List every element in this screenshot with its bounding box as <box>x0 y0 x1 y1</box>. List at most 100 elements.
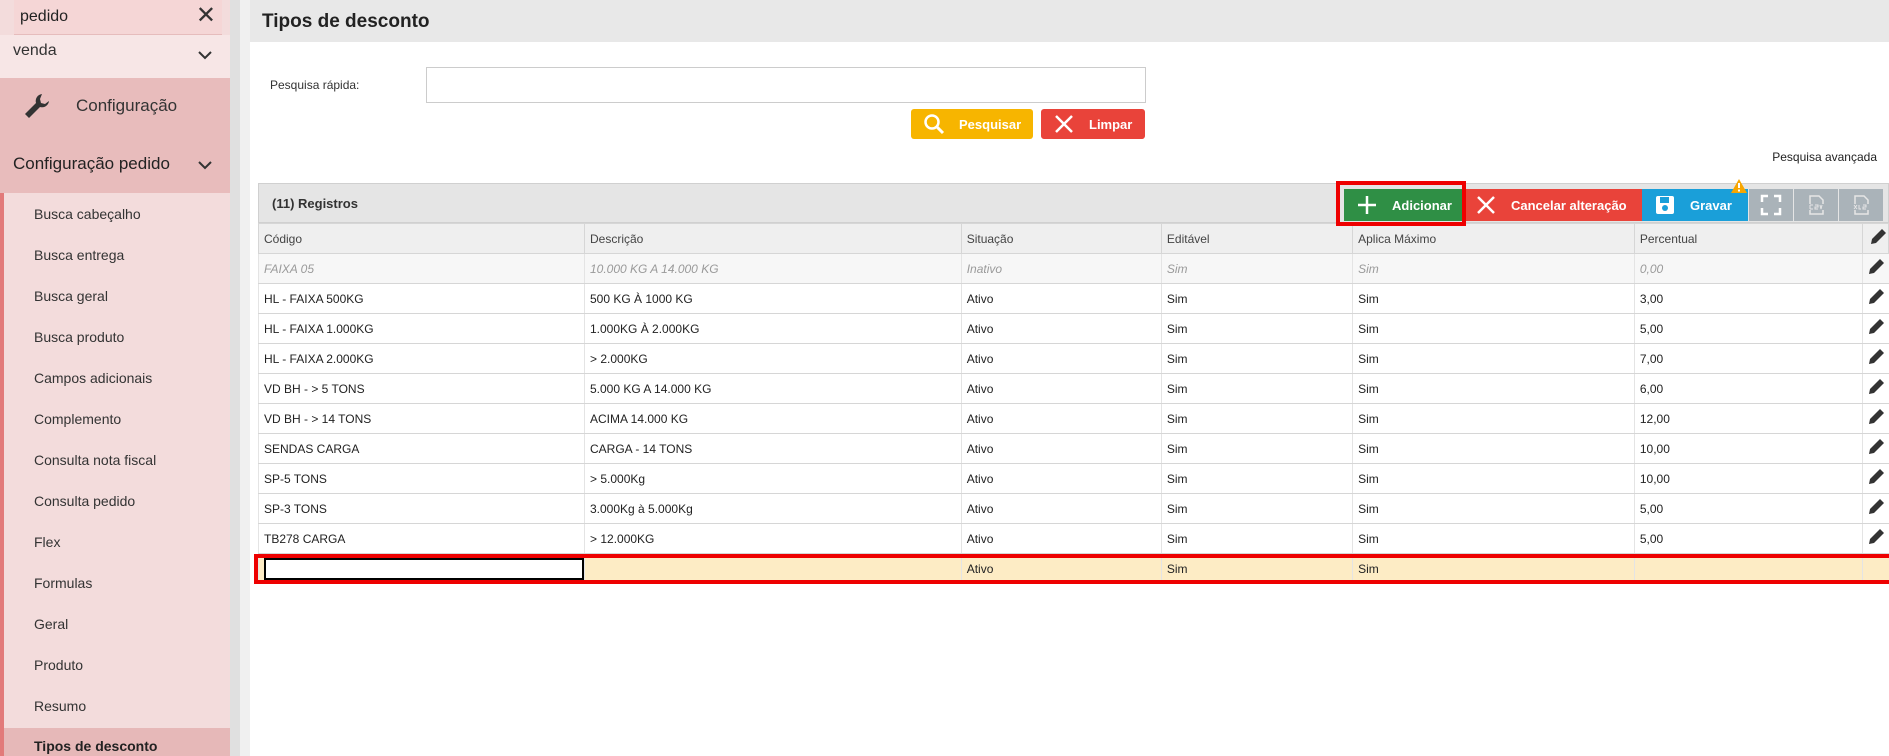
table-cell[interactable]: Sim <box>1352 403 1635 434</box>
menu-item-configuracao-pedido[interactable]: Configuração pedido <box>0 133 230 193</box>
column-header-aplica-maximo[interactable]: Aplica Máximo <box>1352 223 1635 254</box>
submenu-item[interactable]: Resumo <box>34 698 86 714</box>
menu-item-venda[interactable]: venda <box>0 35 230 78</box>
table-cell[interactable] <box>258 553 585 584</box>
table-cell[interactable]: Sim <box>1160 283 1353 314</box>
quick-search-input[interactable] <box>426 67 1146 103</box>
submenu-item[interactable]: Geral <box>34 616 68 632</box>
edit-row-button[interactable] <box>1861 523 1889 554</box>
table-row[interactable]: VD BH - > 5 TONS 5.000 KG A 14.000 KG Ativ… <box>258 373 1889 404</box>
edit-row-button[interactable] <box>1861 403 1889 434</box>
submenu-item[interactable]: Busca entrega <box>34 247 124 263</box>
table-row[interactable]: SP-5 TONS > 5.000Kg Ativo Sim Sim 10,00 <box>258 463 1889 494</box>
edit-row-button[interactable] <box>1861 463 1889 494</box>
table-cell[interactable]: 10,00 <box>1633 433 1863 464</box>
table-cell[interactable]: 3.000Kg à 5.000Kg <box>584 493 962 524</box>
table-cell[interactable]: Ativo <box>960 343 1162 374</box>
table-row[interactable]: VD BH - > 14 TONS ACIMA 14.000 KG Ativo Sim… <box>258 403 1889 434</box>
table-cell[interactable]: Sim <box>1352 313 1635 344</box>
table-cell[interactable]: 5,00 <box>1633 313 1863 344</box>
table-cell[interactable]: Sim <box>1352 373 1635 404</box>
table-cell[interactable]: SP-5 TONS <box>258 463 585 494</box>
table-cell[interactable]: Sim <box>1160 523 1353 554</box>
fullscreen-button[interactable] <box>1749 189 1793 221</box>
table-cell[interactable]: Ativo <box>960 553 1162 584</box>
edit-row-button[interactable] <box>1861 433 1889 464</box>
table-cell[interactable]: > 5.000Kg <box>584 463 962 494</box>
new-row[interactable]: Ativo Sim Sim <box>258 553 1889 584</box>
table-cell[interactable]: 10.000 KG A 14.000 KG <box>584 253 962 284</box>
column-header-percentual[interactable]: Percentual <box>1633 223 1863 254</box>
edit-row-button[interactable] <box>1861 343 1889 374</box>
clear-button[interactable]: Limpar <box>1041 109 1145 139</box>
table-cell[interactable]: VD BH - > 14 TONS <box>258 403 585 434</box>
edit-row-button[interactable] <box>1861 373 1889 404</box>
submenu-item-active[interactable]: Tipos de desconto <box>34 738 157 754</box>
submenu-item[interactable]: Busca geral <box>34 288 108 304</box>
table-cell[interactable]: Sim <box>1160 493 1353 524</box>
table-cell[interactable]: Ativo <box>960 283 1162 314</box>
table-row[interactable]: SENDAS CARGA CARGA - 14 TONS Ativo Sim Sim 10… <box>258 433 1889 464</box>
table-cell[interactable]: 10,00 <box>1633 463 1863 494</box>
edit-row-button[interactable] <box>1861 313 1889 344</box>
table-cell[interactable]: HL - FAIXA 1.000KG <box>258 313 585 344</box>
edit-row-button[interactable] <box>1861 253 1889 284</box>
table-cell[interactable]: Ativo <box>960 373 1162 404</box>
table-cell[interactable]: Sim <box>1352 493 1635 524</box>
column-header-situacao[interactable]: Situação <box>960 223 1162 254</box>
menu-search-field[interactable]: pedido ✕ <box>14 0 222 35</box>
table-cell[interactable]: HL - FAIXA 2.000KG <box>258 343 585 374</box>
table-cell[interactable]: Sim <box>1160 253 1353 284</box>
table-row[interactable]: HL - FAIXA 500KG 500 KG À 1000 KG Ativo Sim… <box>258 283 1889 314</box>
table-cell[interactable]: 5,00 <box>1633 493 1863 524</box>
cancel-change-button[interactable]: Cancelar alteração <box>1463 189 1643 221</box>
submenu-item[interactable]: Produto <box>34 657 83 673</box>
table-cell[interactable]: Sim <box>1160 313 1353 344</box>
table-cell[interactable]: 12,00 <box>1633 403 1863 434</box>
table-cell[interactable]: Sim <box>1160 433 1353 464</box>
submenu-item[interactable]: Busca produto <box>34 329 124 345</box>
table-cell[interactable]: TB278 CARGA <box>258 523 585 554</box>
table-cell[interactable]: Sim <box>1352 553 1635 584</box>
table-cell[interactable]: Sim <box>1352 433 1635 464</box>
table-cell[interactable]: 1.000KG À 2.000KG <box>584 313 962 344</box>
table-cell[interactable]: Sim <box>1352 463 1635 494</box>
table-cell[interactable]: 0,00 <box>1633 253 1863 284</box>
export-csv-button[interactable] <box>1794 189 1838 221</box>
table-cell[interactable]: Sim <box>1352 523 1635 554</box>
submenu-item[interactable]: Formulas <box>34 575 92 591</box>
table-cell[interactable]: Ativo <box>960 403 1162 434</box>
table-cell[interactable]: Ativo <box>960 313 1162 344</box>
table-cell[interactable]: Sim <box>1352 343 1635 374</box>
table-cell[interactable] <box>584 553 962 584</box>
table-cell[interactable]: Sim <box>1160 343 1353 374</box>
table-cell[interactable]: 5.000 KG A 14.000 KG <box>584 373 962 404</box>
table-cell[interactable] <box>1633 553 1863 584</box>
column-header-codigo[interactable]: Código <box>258 223 585 254</box>
table-cell[interactable]: CARGA - 14 TONS <box>584 433 962 464</box>
table-cell[interactable]: Sim <box>1160 403 1353 434</box>
table-cell[interactable]: 500 KG À 1000 KG <box>584 283 962 314</box>
table-cell[interactable]: > 2.000KG <box>584 343 962 374</box>
table-cell[interactable]: VD BH - > 5 TONS <box>258 373 585 404</box>
table-cell[interactable]: Ativo <box>960 493 1162 524</box>
submenu-item[interactable]: Consulta pedido <box>34 493 135 509</box>
table-cell[interactable]: Ativo <box>960 523 1162 554</box>
table-cell[interactable]: Ativo <box>960 463 1162 494</box>
table-cell[interactable]: 3,00 <box>1633 283 1863 314</box>
table-cell[interactable]: Sim <box>1160 553 1353 584</box>
table-row[interactable]: TB278 CARGA > 12.000KG Ativo Sim Sim 5,00 <box>258 523 1889 554</box>
table-cell[interactable]: 6,00 <box>1633 373 1863 404</box>
edit-row-button[interactable] <box>1861 283 1889 314</box>
export-xls-button[interactable] <box>1839 189 1883 221</box>
table-row[interactable]: SP-3 TONS 3.000Kg à 5.000Kg Ativo Sim Sim 5,0… <box>258 493 1889 524</box>
submenu-item[interactable]: Consulta nota fiscal <box>34 452 156 468</box>
table-cell[interactable]: Sim <box>1160 463 1353 494</box>
table-row[interactable]: FAIXA 05 10.000 KG A 14.000 KG Inativo Sim S… <box>258 253 1889 284</box>
table-cell[interactable]: > 12.000KG <box>584 523 962 554</box>
table-cell[interactable]: Ativo <box>960 433 1162 464</box>
table-cell[interactable]: SENDAS CARGA <box>258 433 585 464</box>
table-row[interactable]: HL - FAIXA 2.000KG > 2.000KG Ativo Sim Sim 7,… <box>258 343 1889 374</box>
column-header-descricao[interactable]: Descrição <box>584 223 962 254</box>
submenu-item[interactable]: Busca cabeçalho <box>34 206 141 222</box>
